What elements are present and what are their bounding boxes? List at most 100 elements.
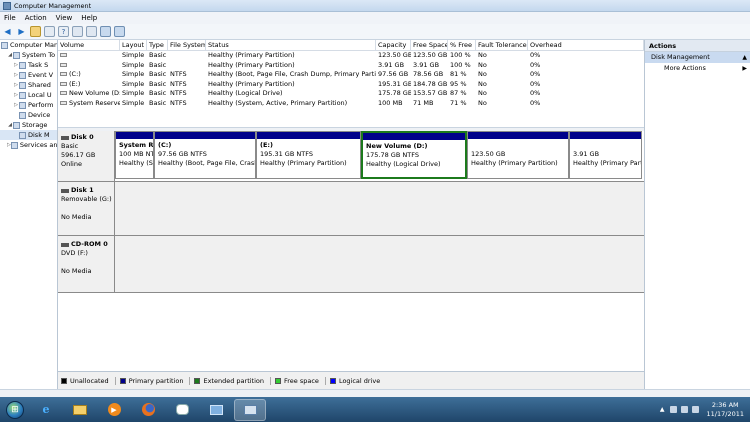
internet-explorer-icon[interactable]: e: [30, 399, 62, 421]
table-cell: 3.91 GB: [378, 60, 405, 69]
column-header[interactable]: File System: [168, 40, 206, 50]
chat-icon[interactable]: [166, 399, 198, 421]
tree-item[interactable]: ◢ System To: [0, 50, 57, 60]
tray-expand-icon[interactable]: ▲: [660, 406, 665, 413]
partition-block[interactable]: (E:) 195.31 GB NTFS Healthy (Primary Parti…: [256, 131, 361, 179]
empty-disk-area: [115, 236, 644, 292]
start-button[interactable]: ⊞: [0, 397, 30, 422]
table-cell: 78.56 GB: [413, 70, 444, 79]
tree-item[interactable]: Device: [0, 110, 57, 120]
partition-size: 175.78 GB NTFS: [366, 151, 419, 159]
volume-list-body: Simple Basic Healthy (Primary Partition) 12…: [58, 51, 644, 109]
tree-item-label: Computer Man: [10, 41, 57, 49]
tree-item[interactable]: ▷ Services an: [0, 140, 57, 150]
more-actions[interactable]: More Actions ▶: [645, 63, 750, 74]
column-header[interactable]: Free Space: [411, 40, 448, 50]
console-icon[interactable]: [72, 26, 83, 37]
table-cell: Simple: [122, 60, 145, 69]
menu-view[interactable]: View: [56, 14, 73, 22]
tree-item-label: Shared: [28, 81, 51, 89]
up-folder-icon[interactable]: [30, 26, 41, 37]
partition-block[interactable]: New Volume (D:) 175.78 GB NTFS Healthy (Lo…: [361, 131, 467, 179]
table-cell: NTFS: [170, 98, 187, 107]
partition-type-bar: [116, 132, 153, 139]
forward-arrow-icon[interactable]: ▶: [16, 26, 27, 37]
column-header[interactable]: Status: [206, 40, 376, 50]
table-row[interactable]: (C:) Simple Basic NTFS Healthy (Boot, Page F…: [58, 70, 644, 80]
partition-type-bar: [155, 132, 255, 139]
volume-icon[interactable]: [680, 406, 688, 413]
menu-help[interactable]: Help: [81, 14, 97, 22]
list-icon[interactable]: [86, 26, 97, 37]
table-cell: [58, 61, 120, 71]
disk-row: Disk 0 Basic 596.17 GB Online System Re1…: [58, 131, 644, 182]
disk-type: DVD (F:): [61, 249, 88, 257]
actions-pane: Actions Disk Management ▲ More Actions ▶: [644, 40, 750, 389]
table-row[interactable]: Simple Basic Healthy (Primary Partition) 12…: [58, 51, 644, 61]
table-row[interactable]: New Volume (D:) Simple Basic NTFS Healthy (L…: [58, 89, 644, 99]
window-title: Computer Management: [14, 1, 92, 10]
tree-item[interactable]: ◢ Storage: [0, 120, 57, 130]
disk-label[interactable]: Disk 1 Removable (G:) No Media: [58, 182, 115, 235]
table-row[interactable]: (E:) Simple Basic NTFS Healthy (Primary Part…: [58, 80, 644, 90]
clock[interactable]: 2:36 AM 11/17/2011: [707, 401, 744, 419]
network-icon[interactable]: [669, 406, 677, 413]
column-header[interactable]: Capacity: [376, 40, 411, 50]
app-icon: [3, 1, 11, 10]
tree-node-icon: [13, 121, 20, 129]
control-panel-icon[interactable]: [200, 399, 232, 421]
tree-item[interactable]: Disk M: [0, 130, 57, 140]
column-header[interactable]: Layout: [120, 40, 147, 50]
table-cell: 184.78 GB: [413, 79, 448, 88]
windows-explorer-icon[interactable]: [64, 399, 96, 421]
table-cell: Simple: [122, 98, 145, 107]
help-icon[interactable]: ?: [58, 26, 69, 37]
volume-name: (C:): [69, 70, 81, 79]
table-cell: Healthy (Logical Drive): [208, 89, 283, 98]
column-header[interactable]: Volume: [58, 40, 120, 50]
tree-item[interactable]: ▷ Event V: [0, 70, 57, 80]
computer-management-icon[interactable]: [234, 398, 266, 421]
flag-icon[interactable]: [691, 406, 699, 413]
disk-label[interactable]: CD-ROM 0 DVD (F:) No Media: [58, 236, 115, 292]
settings-icon[interactable]: [114, 26, 125, 37]
actions-disk-management[interactable]: Disk Management ▲: [645, 52, 750, 63]
partition-block[interactable]: (C:) 97.56 GB NTFS Healthy (Boot, Page Fil…: [154, 131, 256, 179]
column-header[interactable]: Overhead: [528, 40, 644, 50]
column-header[interactable]: % Free: [448, 40, 476, 50]
title-bar[interactable]: Computer Management: [0, 0, 750, 12]
disk-name: Disk 0: [71, 133, 94, 141]
table-row[interactable]: System Reserved Simple Basic NTFS Healthy (S…: [58, 99, 644, 109]
volume-name: New Volume (D:): [69, 89, 120, 98]
column-header[interactable]: Fault Tolerance: [476, 40, 528, 50]
tree-node-icon: [19, 61, 26, 69]
tree-item[interactable]: ▷ Shared: [0, 80, 57, 90]
tree-item[interactable]: ▷ Local U: [0, 90, 57, 100]
partition-block[interactable]: System Re100 MB NTHealthy (S: [115, 131, 154, 179]
partition-block[interactable]: 3.91 GB Healthy (Primary Partit: [569, 131, 642, 179]
toolbar: ◀ ▶ ?: [0, 24, 750, 40]
table-cell: 87 %: [450, 89, 467, 98]
menu-file[interactable]: File: [4, 14, 16, 22]
firefox-icon[interactable]: [132, 399, 164, 421]
export-icon[interactable]: [100, 26, 111, 37]
legend-swatch: [329, 377, 336, 384]
back-arrow-icon[interactable]: ◀: [2, 26, 13, 37]
tree-item[interactable]: Computer Man: [0, 40, 57, 50]
media-player-icon[interactable]: ▶: [98, 399, 130, 421]
menu-action[interactable]: Action: [25, 14, 47, 22]
partition-block[interactable]: 123.50 GB Healthy (Primary Partition): [467, 131, 569, 179]
table-cell: Simple: [122, 89, 145, 98]
disk-label[interactable]: Disk 0 Basic 596.17 GB Online: [58, 131, 115, 181]
table-cell: Healthy (Primary Partition): [208, 60, 295, 69]
table-cell: 123.50 GB: [378, 51, 411, 59]
properties-icon[interactable]: [44, 26, 55, 37]
tree-item[interactable]: ▷ Task S: [0, 60, 57, 70]
table-cell: NTFS: [170, 79, 187, 88]
table-cell: Basic: [149, 79, 167, 88]
table-cell: No: [478, 60, 487, 69]
column-header[interactable]: Type: [147, 40, 168, 50]
table-row[interactable]: Simple Basic Healthy (Primary Partition) 3.…: [58, 61, 644, 71]
partition-status: Healthy (Primary Partition): [260, 159, 347, 167]
tree-item[interactable]: ▷ Perform: [0, 100, 57, 110]
